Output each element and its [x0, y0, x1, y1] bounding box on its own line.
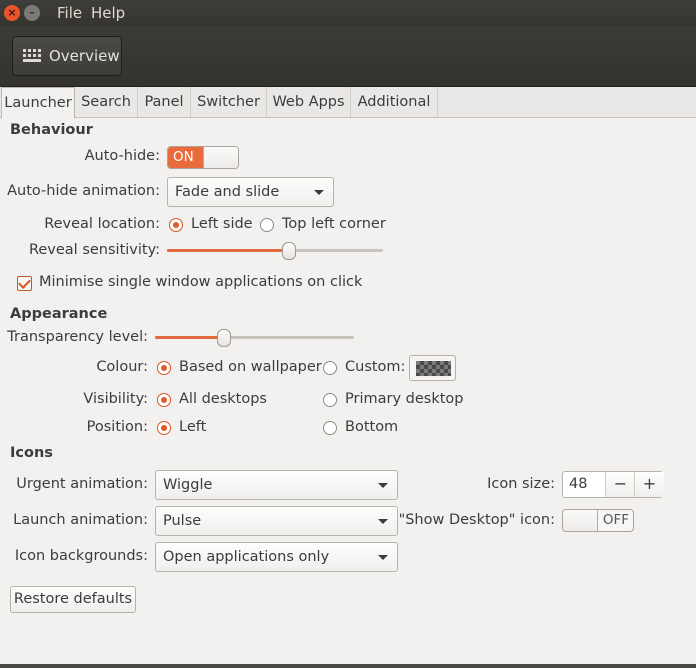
position-left-radio[interactable]	[157, 421, 171, 435]
autohide-state: ON	[168, 147, 207, 168]
tab-bar: Launcher Search Panel Switcher Web Apps …	[0, 87, 696, 119]
reveal-left-label: Left side	[191, 216, 253, 232]
tab-launcher[interactable]: Launcher	[1, 87, 75, 119]
colour-picker-button[interactable]	[409, 355, 456, 381]
visibility-primary-label: Primary desktop	[345, 391, 464, 407]
autohide-animation-combo[interactable]: Fade and slide	[167, 177, 334, 207]
show-desktop-label: "Show Desktop" icon:	[398, 512, 555, 528]
transparency-label: Transparency level:	[7, 329, 148, 345]
colour-custom-label: Custom:	[345, 359, 406, 375]
combo-value: Wiggle	[163, 477, 213, 493]
minimise-label: Minimise single window applications on c…	[39, 274, 363, 290]
icon-backgrounds-label: Icon backgrounds:	[14, 548, 148, 564]
chevron-down-icon	[314, 190, 324, 195]
slider-fill	[155, 336, 223, 339]
colour-custom-radio[interactable]	[323, 361, 337, 375]
restore-defaults-button[interactable]: Restore defaults	[10, 586, 136, 613]
minimise-checkbox[interactable]	[17, 276, 32, 291]
tab-search[interactable]: Search	[75, 87, 138, 117]
reveal-topleft-radio[interactable]	[260, 218, 274, 232]
colour-wallpaper-radio[interactable]	[157, 361, 171, 375]
tab-additional[interactable]: Additional	[351, 87, 438, 117]
slider-fill	[167, 249, 288, 252]
position-bottom-radio[interactable]	[323, 421, 337, 435]
bottom-edge	[0, 664, 696, 668]
position-left-label: Left	[179, 419, 207, 435]
appearance-heading: Appearance	[10, 306, 108, 322]
visibility-all-label: All desktops	[179, 391, 267, 407]
icon-size-spinner[interactable]: 48 − +	[562, 471, 664, 498]
slider-thumb[interactable]	[216, 329, 231, 347]
switch-knob	[563, 510, 598, 531]
overview-button[interactable]: Overview	[12, 36, 122, 76]
urgent-animation-combo[interactable]: Wiggle	[155, 470, 398, 500]
position-bottom-label: Bottom	[345, 419, 399, 435]
plus-icon[interactable]: +	[634, 472, 664, 497]
launch-animation-combo[interactable]: Pulse	[155, 506, 398, 536]
slider-thumb[interactable]	[281, 242, 296, 260]
chevron-down-icon	[378, 555, 388, 560]
show-desktop-state: OFF	[602, 512, 629, 528]
urgent-animation-label: Urgent animation:	[16, 476, 148, 492]
switch-knob	[203, 147, 238, 168]
reveal-sensitivity-label: Reveal sensitivity:	[28, 242, 160, 258]
chevron-down-icon	[378, 519, 388, 524]
autohide-label: Auto-hide:	[84, 148, 160, 164]
colour-label: Colour:	[96, 359, 148, 375]
visibility-primary-radio[interactable]	[323, 393, 337, 407]
checkerboard-swatch-icon	[416, 361, 451, 376]
icon-size-value[interactable]: 48	[569, 476, 587, 492]
launch-animation-label: Launch animation:	[13, 512, 148, 528]
combo-value: Open applications only	[163, 549, 330, 565]
minimize-icon[interactable]: –	[24, 5, 40, 21]
position-label: Position:	[86, 419, 148, 435]
visibility-all-radio[interactable]	[157, 393, 171, 407]
reveal-left-radio[interactable]	[169, 218, 183, 232]
toolbar: Overview	[0, 27, 696, 87]
icon-backgrounds-combo[interactable]: Open applications only	[155, 542, 398, 572]
autohide-animation-label: Auto-hide animation:	[7, 183, 160, 199]
close-icon[interactable]: ×	[4, 5, 20, 21]
minus-icon[interactable]: −	[605, 472, 635, 497]
menu-file[interactable]: File	[57, 4, 82, 22]
autohide-switch[interactable]: ON	[167, 146, 239, 169]
reveal-location-label: Reveal location:	[44, 216, 160, 232]
grid-icon	[23, 49, 41, 62]
colour-wallpaper-label: Based on wallpaper	[179, 359, 322, 375]
transparency-slider[interactable]	[155, 329, 354, 347]
visibility-label: Visibility:	[83, 391, 148, 407]
tab-web-apps[interactable]: Web Apps	[267, 87, 351, 117]
title-bar: × – File Help	[0, 0, 696, 27]
menu-help[interactable]: Help	[91, 4, 125, 22]
icons-heading: Icons	[10, 445, 53, 461]
reveal-sensitivity-slider[interactable]	[167, 242, 383, 260]
chevron-down-icon	[378, 483, 388, 488]
icon-size-label: Icon size:	[487, 476, 555, 492]
show-desktop-switch[interactable]: OFF	[562, 509, 634, 532]
combo-value: Pulse	[163, 513, 202, 529]
overview-label: Overview	[49, 47, 120, 65]
reveal-topleft-label: Top left corner	[282, 216, 386, 232]
tab-panel[interactable]: Panel	[138, 87, 191, 117]
tab-switcher[interactable]: Switcher	[191, 87, 267, 117]
combo-value: Fade and slide	[175, 184, 280, 200]
behaviour-heading: Behaviour	[10, 122, 93, 138]
